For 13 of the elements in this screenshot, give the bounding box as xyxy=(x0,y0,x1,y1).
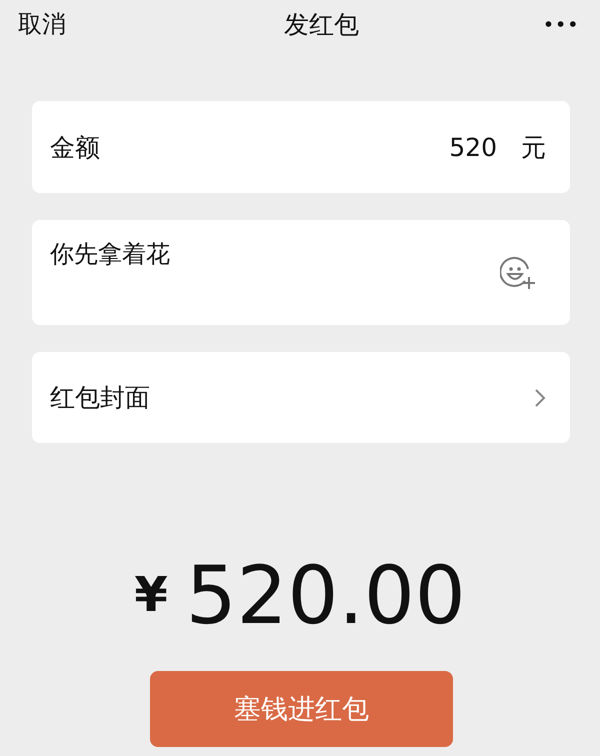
amount-field[interactable]: 金额 520 元 xyxy=(32,101,570,193)
chevron-right-icon xyxy=(534,388,546,408)
more-button[interactable]: ••• xyxy=(543,14,580,34)
emoji-add-icon[interactable] xyxy=(500,256,538,292)
currency-unit: 元 xyxy=(521,132,546,164)
total-amount: 520.00 xyxy=(186,548,466,642)
page-title: 发红包 xyxy=(284,8,360,40)
amount-value: 520 xyxy=(449,132,497,162)
currency-symbol: ¥ xyxy=(134,567,168,623)
cancel-button[interactable]: 取消 xyxy=(18,8,66,40)
message-field[interactable]: 你先拿着花 xyxy=(32,220,570,325)
amount-label: 金额 xyxy=(50,132,101,164)
cover-row[interactable]: 红包封面 xyxy=(32,352,570,443)
